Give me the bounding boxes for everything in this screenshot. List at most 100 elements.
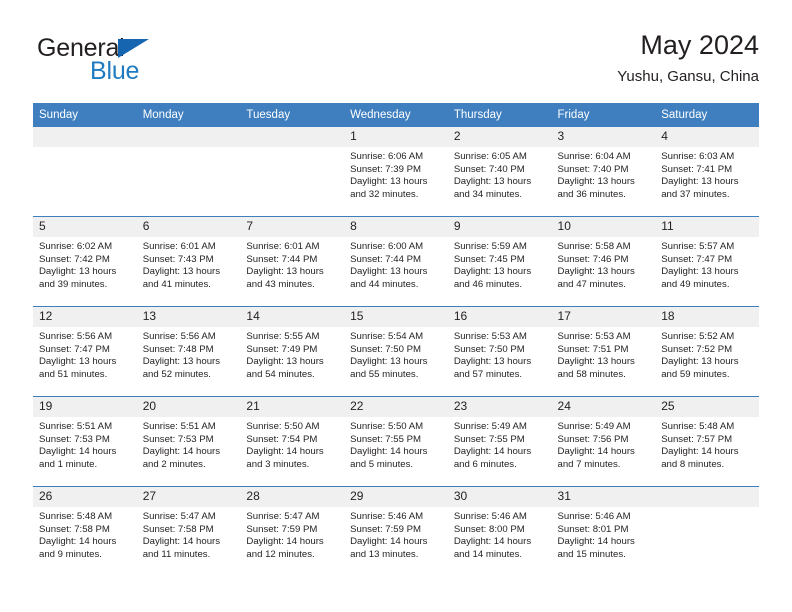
- calendar-day-cell[interactable]: 12 Sunrise: 5:56 AM Sunset: 7:47 PM Dayligh…: [33, 306, 137, 397]
- calendar-day-cell[interactable]: 2 Sunrise: 6:05 AM Sunset: 7:40 PM Daylight…: [447, 127, 552, 217]
- daylight-duration-line1: Daylight: 14 hours: [453, 446, 532, 458]
- day-number: 14: [240, 307, 345, 327]
- daylight-duration-line2: and 12 minutes.: [246, 548, 315, 560]
- calendar-day-cell[interactable]: 1 Sunrise: 6:06 AM Sunset: 7:39 PM Daylight…: [344, 127, 448, 217]
- sunrise-time: Sunrise: 5:56 AM: [39, 331, 113, 342]
- daylight-duration-line2: and 44 minutes.: [350, 278, 419, 290]
- calendar-day-cell[interactable]: 17 Sunrise: 5:53 AM Sunset: 7:51 PM Dayligh…: [551, 306, 656, 397]
- day-number: 4: [655, 127, 759, 147]
- sunrise-time: Sunrise: 5:50 AM: [246, 421, 320, 432]
- calendar-day-cell[interactable]: 28 Sunrise: 5:47 AM Sunset: 7:59 PM Dayligh…: [240, 486, 345, 576]
- calendar-day-cell[interactable]: 11 Sunrise: 5:57 AM Sunset: 7:47 PM Dayligh…: [655, 216, 759, 307]
- calendar-day-cell[interactable]: 25 Sunrise: 5:48 AM Sunset: 7:57 PM Dayligh…: [655, 396, 759, 487]
- sunset-time: Sunset: 7:59 PM: [350, 523, 422, 535]
- sunset-time: Sunset: 7:54 PM: [246, 433, 318, 445]
- sunset-time: Sunset: 7:58 PM: [39, 523, 110, 535]
- day-details: Sunrise: 6:01 AM Sunset: 7:43 PM Daylight:…: [137, 237, 241, 291]
- sunrise-time: Sunrise: 5:46 AM: [557, 511, 631, 522]
- sunset-time: Sunset: 7:50 PM: [453, 343, 525, 355]
- calendar-day-cell[interactable]: 27 Sunrise: 5:47 AM Sunset: 7:58 PM Dayligh…: [136, 486, 241, 576]
- calendar-day-cell[interactable]: 21 Sunrise: 5:50 AM Sunset: 7:54 PM Dayligh…: [240, 396, 345, 487]
- calendar-day-cell[interactable]: 9 Sunrise: 5:59 AM Sunset: 7:45 PM Daylight…: [447, 216, 552, 307]
- day-details: Sunrise: 5:50 AM Sunset: 7:55 PM Daylight:…: [344, 417, 448, 471]
- sunrise-time: Sunrise: 6:03 AM: [661, 151, 735, 162]
- daylight-duration-line2: and 1 minute.: [39, 458, 98, 470]
- sunrise-time: Sunrise: 6:00 AM: [350, 241, 424, 252]
- day-cell-content: [655, 487, 759, 576]
- calendar-day-cell[interactable]: 6 Sunrise: 6:01 AM Sunset: 7:43 PM Daylight…: [136, 216, 241, 307]
- day-number: 31: [551, 487, 656, 507]
- day-cell-content: 13 Sunrise: 5:56 AM Sunset: 7:48 PM Dayligh…: [136, 307, 241, 396]
- day-number: 30: [447, 487, 552, 507]
- daylight-duration-line1: Daylight: 14 hours: [246, 536, 324, 548]
- calendar-day-cell[interactable]: 7 Sunrise: 6:01 AM Sunset: 7:44 PM Daylight…: [240, 216, 345, 307]
- day-cell-content: 11 Sunrise: 5:57 AM Sunset: 7:47 PM Dayligh…: [655, 217, 759, 306]
- sunset-time: Sunset: 7:58 PM: [142, 523, 214, 535]
- daylight-duration-line2: and 57 minutes.: [453, 368, 523, 380]
- day-details: Sunrise: 5:46 AM Sunset: 8:01 PM Daylight:…: [552, 507, 656, 561]
- calendar-cell-empty: [240, 127, 345, 217]
- sunset-time: Sunset: 7:56 PM: [557, 433, 629, 445]
- calendar-day-cell[interactable]: 14 Sunrise: 5:55 AM Sunset: 7:49 PM Dayligh…: [240, 306, 345, 397]
- daylight-duration-line1: Daylight: 13 hours: [142, 356, 221, 368]
- page-subtitle: Yushu, Gansu, China: [617, 68, 759, 85]
- day-details: Sunrise: 5:57 AM Sunset: 7:47 PM Daylight:…: [655, 237, 759, 291]
- day-details: Sunrise: 5:49 AM Sunset: 7:55 PM Daylight:…: [448, 417, 552, 471]
- sunrise-time: Sunrise: 6:02 AM: [39, 241, 113, 252]
- daylight-duration-line1: Daylight: 13 hours: [557, 356, 635, 368]
- calendar-day-cell[interactable]: 19 Sunrise: 5:51 AM Sunset: 7:53 PM Dayligh…: [33, 396, 137, 487]
- sunrise-time: Sunrise: 5:56 AM: [142, 331, 216, 342]
- day-number: 16: [447, 307, 552, 327]
- sunset-time: Sunset: 7:45 PM: [453, 253, 525, 265]
- day-number: [655, 487, 759, 507]
- day-details: Sunrise: 5:59 AM Sunset: 7:45 PM Daylight:…: [448, 237, 552, 291]
- daylight-duration-line1: Daylight: 13 hours: [246, 356, 324, 368]
- calendar-day-cell[interactable]: 29 Sunrise: 5:46 AM Sunset: 7:59 PM Dayligh…: [344, 486, 448, 576]
- calendar-day-cell[interactable]: 10 Sunrise: 5:58 AM Sunset: 7:46 PM Dayligh…: [551, 216, 656, 307]
- daylight-duration-line2: and 41 minutes.: [142, 278, 211, 290]
- calendar-day-cell[interactable]: 24 Sunrise: 5:49 AM Sunset: 7:56 PM Dayligh…: [551, 396, 656, 487]
- daylight-duration-line2: and 43 minutes.: [246, 278, 315, 290]
- page-title: May 2024: [640, 30, 759, 60]
- calendar-day-cell[interactable]: 23 Sunrise: 5:49 AM Sunset: 7:55 PM Dayligh…: [447, 396, 552, 487]
- calendar-day-cell[interactable]: 16 Sunrise: 5:53 AM Sunset: 7:50 PM Dayligh…: [447, 306, 552, 397]
- sunrise-sunset-calendar: Sunday Monday Tuesday Wednesday Thursday…: [33, 103, 759, 576]
- sunset-time: Sunset: 7:43 PM: [142, 253, 214, 265]
- calendar-day-cell[interactable]: 8 Sunrise: 6:00 AM Sunset: 7:44 PM Daylight…: [344, 216, 448, 307]
- calendar-day-cell[interactable]: 15 Sunrise: 5:54 AM Sunset: 7:50 PM Dayligh…: [344, 306, 448, 397]
- calendar-day-cell[interactable]: 30 Sunrise: 5:46 AM Sunset: 8:00 PM Dayligh…: [447, 486, 552, 576]
- sunrise-time: Sunrise: 5:49 AM: [453, 421, 527, 432]
- day-details: Sunrise: 5:56 AM Sunset: 7:48 PM Daylight:…: [137, 327, 241, 381]
- daylight-duration-line1: Daylight: 13 hours: [453, 266, 532, 278]
- sunset-time: Sunset: 7:47 PM: [39, 343, 110, 355]
- day-number: 20: [136, 397, 241, 417]
- calendar-day-cell[interactable]: 18 Sunrise: 5:52 AM Sunset: 7:52 PM Dayligh…: [655, 306, 759, 397]
- day-number: 13: [136, 307, 241, 327]
- sunset-time: Sunset: 7:48 PM: [142, 343, 214, 355]
- day-number: 26: [33, 487, 137, 507]
- calendar-day-cell[interactable]: 31 Sunrise: 5:46 AM Sunset: 8:01 PM Dayligh…: [551, 486, 656, 576]
- calendar-day-cell[interactable]: 13 Sunrise: 5:56 AM Sunset: 7:48 PM Dayligh…: [136, 306, 241, 397]
- day-details: Sunrise: 5:51 AM Sunset: 7:53 PM Daylight:…: [33, 417, 137, 471]
- day-details: Sunrise: 6:01 AM Sunset: 7:44 PM Daylight:…: [240, 237, 344, 291]
- daylight-duration-line2: and 5 minutes.: [350, 458, 414, 470]
- calendar-day-cell[interactable]: 5 Sunrise: 6:02 AM Sunset: 7:42 PM Daylight…: [33, 216, 137, 307]
- day-details: Sunrise: 5:46 AM Sunset: 7:59 PM Daylight:…: [344, 507, 448, 561]
- sunrise-time: Sunrise: 5:46 AM: [350, 511, 424, 522]
- day-details: Sunrise: 5:56 AM Sunset: 7:47 PM Daylight:…: [33, 327, 137, 381]
- calendar-day-cell[interactable]: 22 Sunrise: 5:50 AM Sunset: 7:55 PM Dayligh…: [344, 396, 448, 487]
- sunset-time: Sunset: 7:47 PM: [661, 253, 733, 265]
- calendar-week-row: 5 Sunrise: 6:02 AM Sunset: 7:42 PM Daylight…: [33, 216, 759, 307]
- day-cell-content: 29 Sunrise: 5:46 AM Sunset: 7:59 PM Dayligh…: [344, 487, 448, 576]
- day-details: Sunrise: 5:53 AM Sunset: 7:50 PM Daylight:…: [448, 327, 552, 381]
- day-details: Sunrise: 6:03 AM Sunset: 7:41 PM Daylight:…: [655, 147, 759, 201]
- sunset-time: Sunset: 7:39 PM: [350, 163, 422, 175]
- general-blue-logo[interactable]: General Blue: [33, 34, 233, 90]
- calendar-day-cell[interactable]: 20 Sunrise: 5:51 AM Sunset: 7:53 PM Dayligh…: [136, 396, 241, 487]
- daylight-duration-line1: Daylight: 14 hours: [142, 446, 221, 458]
- sunset-time: Sunset: 7:55 PM: [453, 433, 525, 445]
- day-cell-content: 26 Sunrise: 5:48 AM Sunset: 7:58 PM Dayligh…: [33, 487, 137, 576]
- calendar-day-cell[interactable]: 4 Sunrise: 6:03 AM Sunset: 7:41 PM Daylight…: [655, 127, 759, 217]
- calendar-day-cell[interactable]: 3 Sunrise: 6:04 AM Sunset: 7:40 PM Daylight…: [551, 127, 656, 217]
- calendar-day-cell[interactable]: 26 Sunrise: 5:48 AM Sunset: 7:58 PM Dayligh…: [33, 486, 137, 576]
